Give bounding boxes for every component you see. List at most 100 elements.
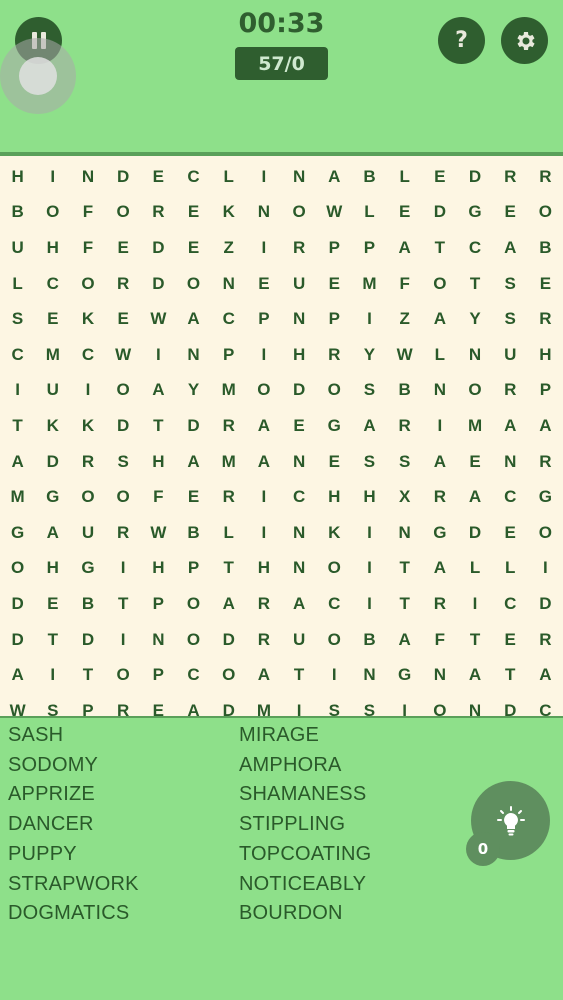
grid-cell[interactable]: O: [317, 558, 352, 578]
grid-cell[interactable]: N: [422, 380, 457, 400]
grid-cell[interactable]: R: [528, 452, 563, 472]
grid-cell[interactable]: C: [0, 345, 35, 365]
grid-cell[interactable]: P: [70, 701, 105, 721]
grid-cell[interactable]: R: [528, 630, 563, 650]
grid-cell[interactable]: S: [352, 452, 387, 472]
grid-cell[interactable]: N: [352, 665, 387, 685]
grid-cell[interactable]: R: [422, 487, 457, 507]
grid-cell[interactable]: P: [352, 238, 387, 258]
grid-cell[interactable]: R: [106, 274, 141, 294]
grid-cell[interactable]: A: [387, 238, 422, 258]
grid-cell[interactable]: D: [0, 630, 35, 650]
grid-cell[interactable]: G: [35, 487, 70, 507]
grid-cell[interactable]: K: [70, 309, 105, 329]
grid-cell[interactable]: A: [387, 630, 422, 650]
grid-cell[interactable]: C: [528, 701, 563, 721]
grid-cell[interactable]: O: [176, 594, 211, 614]
grid-cell[interactable]: U: [282, 630, 317, 650]
grid-cell[interactable]: N: [246, 202, 281, 222]
grid-cell[interactable]: U: [282, 274, 317, 294]
grid-cell[interactable]: M: [35, 345, 70, 365]
grid-cell[interactable]: D: [528, 594, 563, 614]
grid-cell[interactable]: B: [0, 202, 35, 222]
grid-cell[interactable]: M: [352, 274, 387, 294]
grid-cell[interactable]: G: [422, 523, 457, 543]
grid-cell[interactable]: Y: [457, 309, 492, 329]
grid-cell[interactable]: T: [422, 238, 457, 258]
grid-cell[interactable]: E: [493, 202, 528, 222]
grid-cell[interactable]: P: [176, 558, 211, 578]
grid-cell[interactable]: N: [141, 630, 176, 650]
grid-cell[interactable]: N: [282, 523, 317, 543]
grid-cell[interactable]: N: [282, 167, 317, 187]
grid-cell[interactable]: T: [106, 594, 141, 614]
grid-cell[interactable]: I: [70, 380, 105, 400]
grid-cell[interactable]: A: [422, 558, 457, 578]
grid-cell[interactable]: D: [106, 416, 141, 436]
grid-cell[interactable]: O: [422, 701, 457, 721]
grid-cell[interactable]: R: [106, 523, 141, 543]
grid-cell[interactable]: A: [457, 487, 492, 507]
grid-cell[interactable]: A: [35, 523, 70, 543]
grid-cell[interactable]: F: [422, 630, 457, 650]
grid-cell[interactable]: N: [176, 345, 211, 365]
grid-cell[interactable]: R: [493, 380, 528, 400]
grid-cell[interactable]: I: [141, 345, 176, 365]
grid-cell[interactable]: L: [211, 167, 246, 187]
grid-cell[interactable]: L: [352, 202, 387, 222]
grid-cell[interactable]: D: [70, 630, 105, 650]
grid-cell[interactable]: D: [211, 701, 246, 721]
grid-cell[interactable]: S: [0, 309, 35, 329]
grid-cell[interactable]: H: [317, 487, 352, 507]
grid-cell[interactable]: Z: [387, 309, 422, 329]
grid-cell[interactable]: O: [70, 487, 105, 507]
grid-cell[interactable]: T: [211, 558, 246, 578]
grid-cell[interactable]: O: [176, 274, 211, 294]
grid-cell[interactable]: F: [141, 487, 176, 507]
grid-cell[interactable]: O: [528, 202, 563, 222]
grid-cell[interactable]: H: [528, 345, 563, 365]
letter-grid[interactable]: HINDECLINABLEDRRBOFOREKNOWLEDGEOUHFEDEZI…: [0, 152, 563, 721]
grid-cell[interactable]: I: [457, 594, 492, 614]
grid-cell[interactable]: O: [176, 630, 211, 650]
grid-cell[interactable]: R: [211, 487, 246, 507]
grid-cell[interactable]: E: [528, 274, 563, 294]
grid-cell[interactable]: I: [246, 167, 281, 187]
grid-cell[interactable]: T: [457, 274, 492, 294]
grid-cell[interactable]: A: [422, 452, 457, 472]
grid-cell[interactable]: W: [141, 309, 176, 329]
grid-cell[interactable]: C: [35, 274, 70, 294]
grid-cell[interactable]: P: [246, 309, 281, 329]
grid-cell[interactable]: A: [141, 380, 176, 400]
grid-cell[interactable]: E: [317, 274, 352, 294]
grid-cell[interactable]: O: [106, 202, 141, 222]
grid-cell[interactable]: A: [352, 416, 387, 436]
grid-cell[interactable]: O: [457, 380, 492, 400]
grid-cell[interactable]: G: [387, 665, 422, 685]
grid-cell[interactable]: L: [211, 523, 246, 543]
grid-cell[interactable]: D: [457, 167, 492, 187]
grid-cell[interactable]: E: [176, 238, 211, 258]
grid-cell[interactable]: A: [0, 452, 35, 472]
grid-cell[interactable]: I: [352, 558, 387, 578]
grid-cell[interactable]: D: [422, 202, 457, 222]
grid-cell[interactable]: I: [246, 345, 281, 365]
grid-cell[interactable]: S: [317, 701, 352, 721]
grid-cell[interactable]: H: [141, 558, 176, 578]
grid-cell[interactable]: R: [106, 701, 141, 721]
grid-cell[interactable]: S: [352, 701, 387, 721]
grid-cell[interactable]: U: [0, 238, 35, 258]
grid-cell[interactable]: T: [35, 630, 70, 650]
grid-cell[interactable]: I: [246, 238, 281, 258]
grid-cell[interactable]: C: [282, 487, 317, 507]
grid-cell[interactable]: T: [493, 665, 528, 685]
grid-cell[interactable]: I: [246, 523, 281, 543]
grid-cell[interactable]: A: [457, 665, 492, 685]
grid-cell[interactable]: N: [282, 452, 317, 472]
grid-cell[interactable]: O: [246, 380, 281, 400]
grid-cell[interactable]: A: [246, 416, 281, 436]
grid-cell[interactable]: A: [176, 701, 211, 721]
grid-cell[interactable]: M: [457, 416, 492, 436]
grid-cell[interactable]: H: [35, 238, 70, 258]
grid-cell[interactable]: C: [457, 238, 492, 258]
